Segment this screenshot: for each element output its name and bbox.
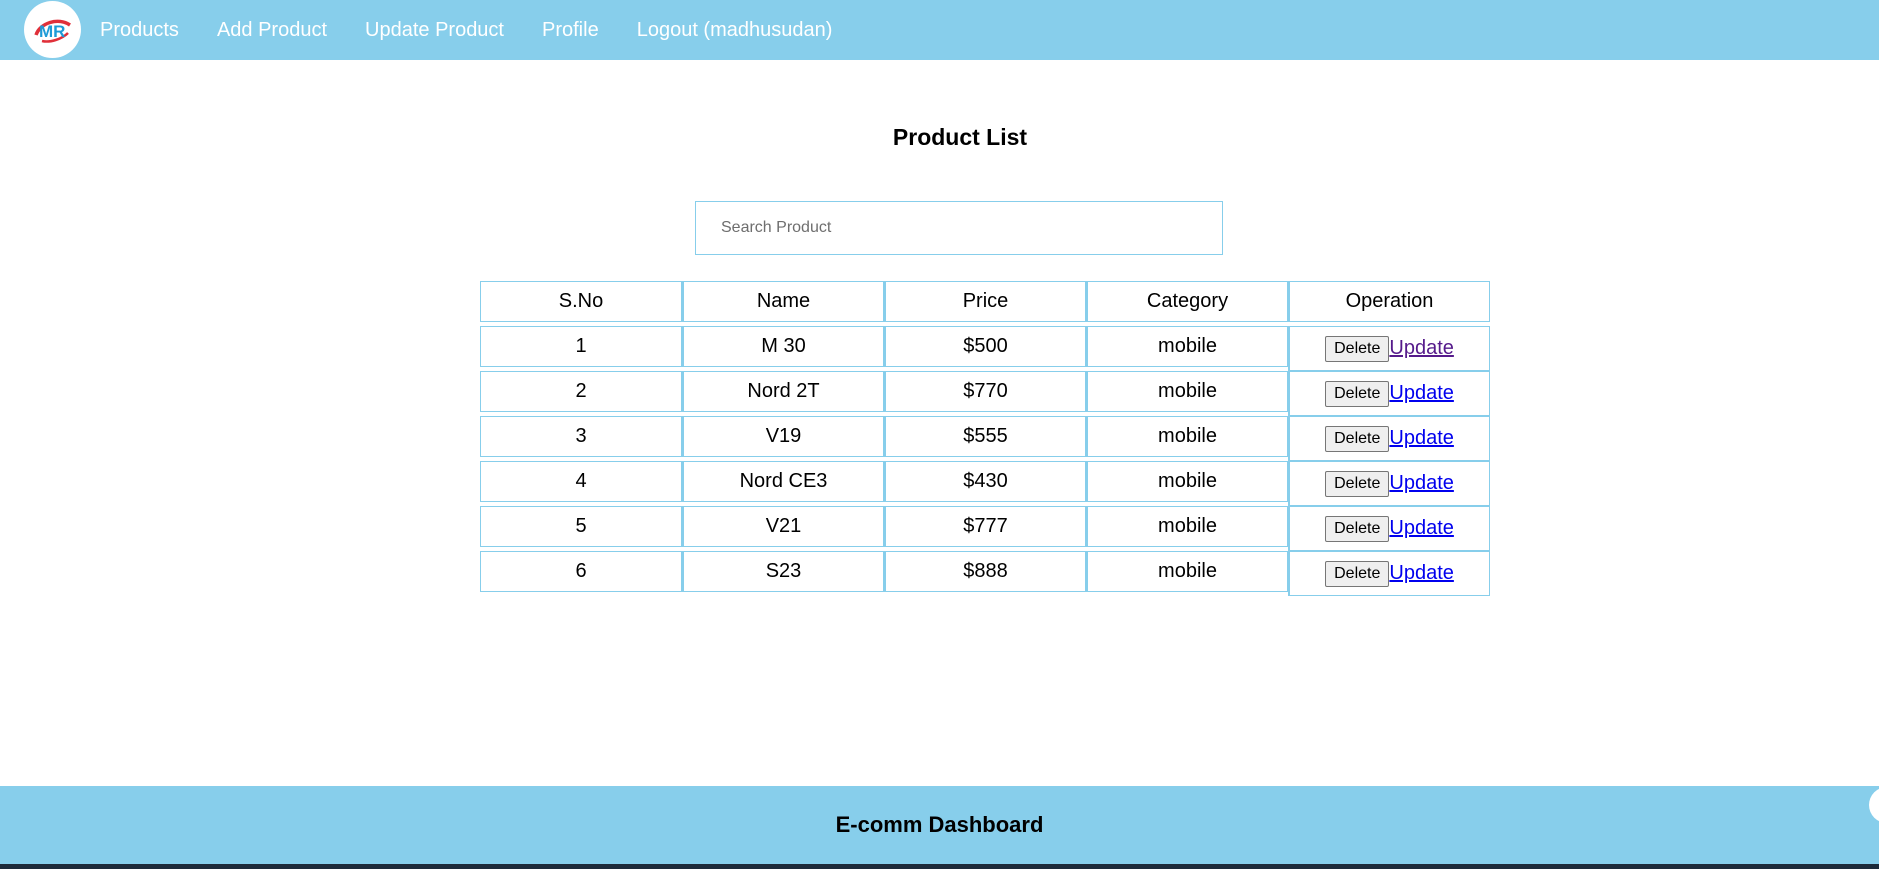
- cell-name: V21: [682, 506, 884, 547]
- cell-category: mobile: [1086, 416, 1288, 457]
- table-row: 3 V19 $555 mobile Delete Update: [480, 416, 1490, 461]
- top-navbar: MR Products Add Product Update Product P…: [0, 0, 1879, 60]
- table-row: 2 Nord 2T $770 mobile Delete Update: [480, 371, 1490, 416]
- delete-button[interactable]: Delete: [1325, 380, 1390, 407]
- cell-category: mobile: [1086, 326, 1288, 367]
- cell-operation: Delete Update: [1288, 416, 1490, 461]
- nav-link-update-product[interactable]: Update Product: [365, 19, 504, 42]
- cell-sno: 2: [480, 371, 682, 412]
- cell-operation: Delete Update: [1288, 551, 1490, 596]
- cell-price: $777: [884, 506, 1086, 547]
- nav-link-add-product[interactable]: Add Product: [217, 19, 327, 42]
- cell-price: $770: [884, 371, 1086, 412]
- footer-bottom-strip: [0, 864, 1879, 869]
- delete-button[interactable]: Delete: [1325, 425, 1390, 452]
- table-row: 1 M 30 $500 mobile Delete Update: [480, 326, 1490, 371]
- delete-button[interactable]: Delete: [1325, 335, 1390, 362]
- cell-sno: 5: [480, 506, 682, 547]
- nav-link-profile[interactable]: Profile: [542, 19, 599, 42]
- header-price: Price: [884, 281, 1086, 322]
- update-link[interactable]: Update: [1389, 517, 1454, 540]
- footer-text: E-comm Dashboard: [835, 812, 1044, 837]
- cell-category: mobile: [1086, 506, 1288, 547]
- header-name: Name: [682, 281, 884, 322]
- header-operation: Operation: [1288, 281, 1490, 322]
- logo-icon: MR: [33, 19, 71, 43]
- table-row: 4 Nord CE3 $430 mobile Delete Update: [480, 461, 1490, 506]
- cell-category: mobile: [1086, 371, 1288, 412]
- cell-name: Nord 2T: [682, 371, 884, 412]
- cell-category: mobile: [1086, 461, 1288, 502]
- cell-price: $555: [884, 416, 1086, 457]
- cell-name: S23: [682, 551, 884, 592]
- delete-button[interactable]: Delete: [1325, 560, 1390, 587]
- cell-category: mobile: [1086, 551, 1288, 592]
- cell-operation: Delete Update: [1288, 326, 1490, 371]
- nav-link-products[interactable]: Products: [100, 19, 179, 42]
- header-category: Category: [1086, 281, 1288, 322]
- cell-sno: 4: [480, 461, 682, 502]
- header-sno: S.No: [480, 281, 682, 322]
- cell-operation: Delete Update: [1288, 461, 1490, 506]
- table-row: 5 V21 $777 mobile Delete Update: [480, 506, 1490, 551]
- cell-name: Nord CE3: [682, 461, 884, 502]
- page-title: Product List: [892, 124, 1028, 150]
- cell-name: V19: [682, 416, 884, 457]
- app-logo[interactable]: MR: [24, 1, 81, 58]
- cell-name: M 30: [682, 326, 884, 367]
- cell-operation: Delete Update: [1288, 506, 1490, 551]
- logo-text: MR: [39, 22, 65, 41]
- cell-price: $430: [884, 461, 1086, 502]
- update-link[interactable]: Update: [1389, 472, 1454, 495]
- cell-price: $500: [884, 326, 1086, 367]
- cell-sno: 6: [480, 551, 682, 592]
- update-link[interactable]: Update: [1389, 382, 1454, 405]
- cell-sno: 1: [480, 326, 682, 367]
- update-link[interactable]: Update: [1389, 337, 1454, 360]
- search-input[interactable]: [695, 201, 1223, 255]
- update-link[interactable]: Update: [1389, 562, 1454, 585]
- delete-button[interactable]: Delete: [1325, 515, 1390, 542]
- cell-operation: Delete Update: [1288, 371, 1490, 416]
- product-table: S.No Name Price Category Operation 1 M 3…: [480, 281, 1490, 596]
- table-row: 6 S23 $888 mobile Delete Update: [480, 551, 1490, 596]
- delete-button[interactable]: Delete: [1325, 470, 1390, 497]
- cell-price: $888: [884, 551, 1086, 592]
- nav-link-logout[interactable]: Logout (madhusudan): [637, 19, 833, 42]
- cell-sno: 3: [480, 416, 682, 457]
- update-link[interactable]: Update: [1389, 427, 1454, 450]
- footer: E-comm Dashboard: [0, 786, 1879, 864]
- nav-links: Products Add Product Update Product Prof…: [100, 0, 870, 60]
- table-header-row: S.No Name Price Category Operation: [480, 281, 1490, 322]
